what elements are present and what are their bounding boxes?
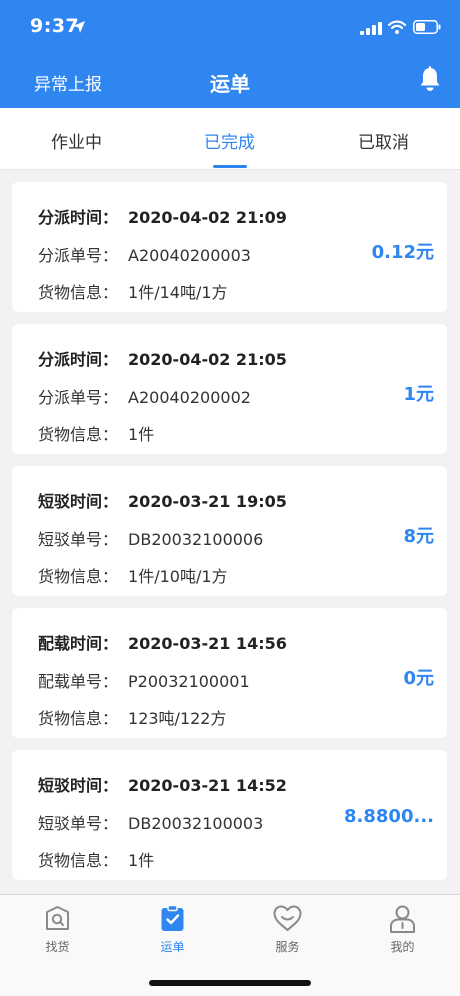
tabbar-label: 服务 — [275, 940, 300, 954]
time-value: 2020-03-21 19:05 — [128, 492, 287, 511]
number-label: 配载单号： — [38, 672, 119, 691]
tabbar-label: 我的 — [390, 940, 415, 954]
card-time-row: 配载时间： 2020-03-21 14:56 — [38, 630, 287, 654]
tabbar-label: 找货 — [45, 940, 70, 954]
number-label: 分派单号： — [38, 246, 119, 265]
wifi-icon — [388, 20, 406, 34]
search-goods-icon — [46, 906, 69, 930]
goods-label: 货物信息： — [38, 851, 119, 870]
page-title: 运单 — [210, 72, 250, 96]
time-label: 配载时间： — [38, 634, 119, 653]
waybill-icon — [161, 904, 184, 931]
price: 8元 — [403, 526, 434, 547]
price: 8.8800... — [344, 806, 434, 827]
card-goods-row: 货物信息： 123吨/122方 — [38, 705, 227, 729]
time-value: 2020-03-21 14:56 — [128, 634, 287, 653]
goods-value: 1件/10吨/1方 — [128, 567, 228, 586]
time-label: 分派时间： — [38, 350, 119, 369]
time-value: 2020-04-02 21:09 — [128, 208, 287, 227]
tabbar-item-waybill[interactable]: 运单 — [115, 895, 230, 965]
goods-label: 货物信息： — [38, 567, 119, 586]
service-heart-icon — [273, 905, 302, 931]
card-number-row: 分派单号： A20040200002 — [38, 384, 251, 408]
location-arrow-icon — [73, 21, 85, 33]
card-goods-row: 货物信息： 1件/10吨/1方 — [38, 563, 228, 587]
goods-value: 1件 — [128, 425, 155, 444]
waybill-card[interactable]: 配载时间： 2020-03-21 14:56 配载单号： P20032100001 … — [12, 608, 447, 738]
waybill-card[interactable]: 短驳时间： 2020-03-21 14:52 短驳单号： DB20032100003… — [12, 750, 447, 880]
battery-icon — [413, 20, 441, 34]
number-value: DB20032100006 — [128, 530, 264, 549]
goods-value: 1件 — [128, 851, 155, 870]
price: 0.12元 — [371, 242, 434, 263]
goods-value: 1件/14吨/1方 — [128, 283, 228, 302]
card-goods-row: 货物信息： 1件 — [38, 847, 154, 871]
goods-value: 123吨/122方 — [128, 709, 227, 728]
tab-cancelled[interactable]: 已取消 — [358, 128, 409, 153]
waybill-card[interactable]: 分派时间： 2020-04-02 21:09 分派单号： A20040200003 … — [12, 182, 447, 312]
card-number-row: 短驳单号： DB20032100006 — [38, 526, 263, 550]
price: 0元 — [403, 668, 434, 689]
card-time-row: 分派时间： 2020-04-02 21:09 — [38, 204, 287, 228]
card-time-row: 短驳时间： 2020-03-21 14:52 — [38, 772, 287, 796]
time-label: 短驳时间： — [38, 492, 119, 511]
tab-in-progress[interactable]: 作业中 — [51, 128, 102, 153]
time-value: 2020-04-02 21:05 — [128, 350, 287, 369]
tabbar-item-mine[interactable]: 我的 — [345, 895, 460, 965]
time-label: 分派时间： — [38, 208, 119, 227]
tab-completed[interactable]: 已完成 — [204, 128, 255, 153]
bell-icon[interactable] — [418, 66, 442, 92]
number-value: DB20032100003 — [128, 814, 264, 833]
number-label: 短驳单号： — [38, 814, 119, 833]
goods-label: 货物信息： — [38, 283, 119, 302]
tabbar-label: 运单 — [160, 940, 185, 954]
waybill-card[interactable]: 短驳时间： 2020-03-21 19:05 短驳单号： DB20032100006… — [12, 466, 447, 596]
card-number-row: 分派单号： A20040200003 — [38, 242, 251, 266]
number-value: P20032100001 — [128, 672, 250, 691]
price: 1元 — [403, 384, 434, 405]
status-tabs: 作业中 已完成 已取消 — [0, 108, 460, 170]
tabbar-item-find-goods[interactable]: 找货 — [0, 895, 115, 965]
card-goods-row: 货物信息： 1件/14吨/1方 — [38, 279, 228, 303]
card-time-row: 分派时间： 2020-04-02 21:05 — [38, 346, 287, 370]
app-header: 9:37 异常上报 运单 — [0, 0, 460, 108]
card-number-row: 短驳单号： DB20032100003 — [38, 810, 263, 834]
profile-icon — [390, 905, 415, 933]
number-value: A20040200003 — [128, 246, 251, 265]
card-goods-row: 货物信息： 1件 — [38, 421, 154, 445]
waybill-card[interactable]: 分派时间： 2020-04-02 21:05 分派单号： A20040200002 … — [12, 324, 447, 454]
card-time-row: 短驳时间： 2020-03-21 19:05 — [38, 488, 287, 512]
card-number-row: 配载单号： P20032100001 — [38, 668, 250, 692]
number-label: 分派单号： — [38, 388, 119, 407]
goods-label: 货物信息： — [38, 425, 119, 444]
number-label: 短驳单号： — [38, 530, 119, 549]
time-value: 2020-03-21 14:52 — [128, 776, 287, 795]
number-value: A20040200002 — [128, 388, 251, 407]
home-indicator — [149, 980, 311, 986]
tabbar-item-service[interactable]: 服务 — [230, 895, 345, 965]
waybill-list[interactable]: 分派时间： 2020-04-02 21:09 分派单号： A20040200003 … — [0, 170, 460, 894]
signal-icon — [360, 22, 382, 35]
active-tab-indicator — [213, 165, 247, 168]
status-bar: 9:37 — [0, 0, 460, 56]
goods-label: 货物信息： — [38, 709, 119, 728]
time-label: 短驳时间： — [38, 776, 119, 795]
